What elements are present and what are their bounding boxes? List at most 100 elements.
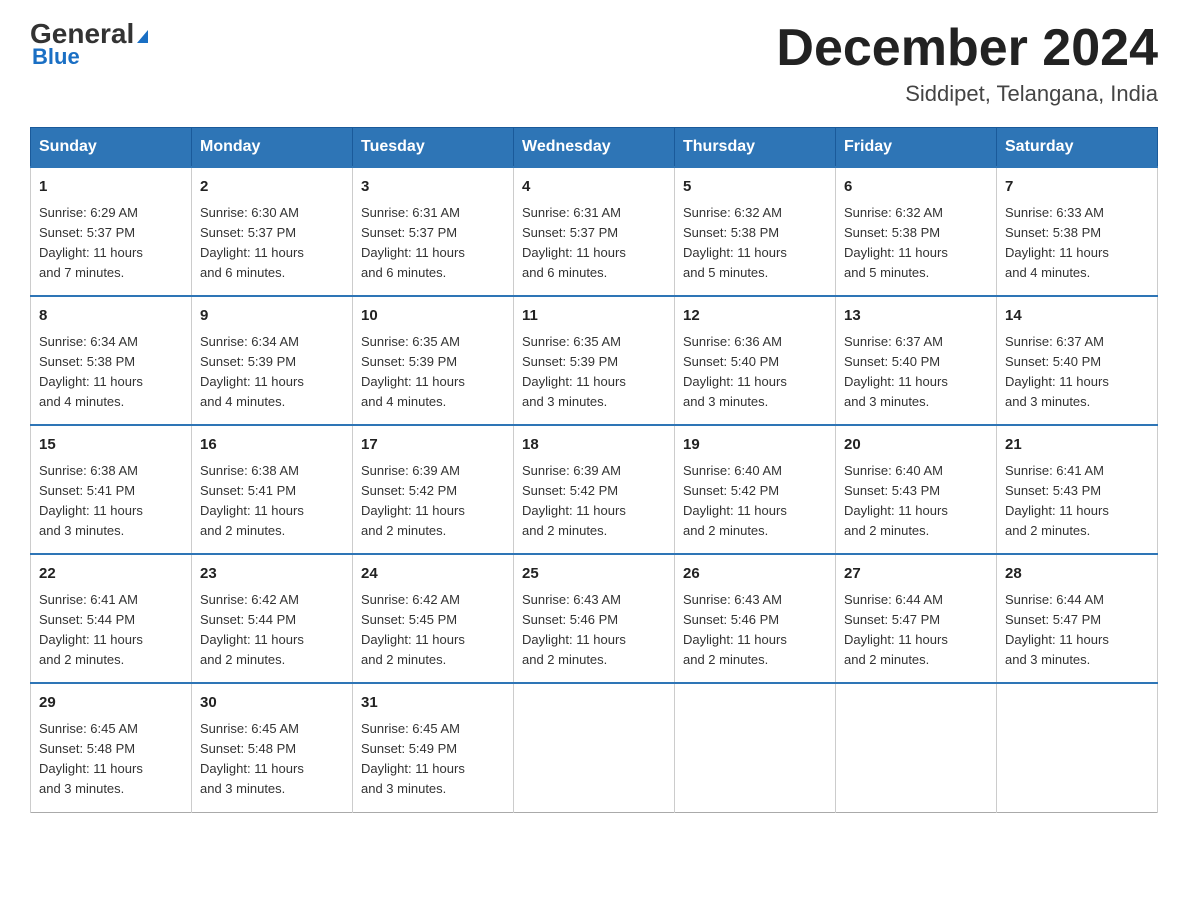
day-info: Sunrise: 6:31 AMSunset: 5:37 PMDaylight:… bbox=[361, 203, 505, 284]
sunrise-text: Sunrise: 6:45 AM bbox=[39, 721, 138, 736]
daylight-text: Daylight: 11 hours bbox=[39, 374, 143, 389]
daylight-text: Daylight: 11 hours bbox=[1005, 503, 1109, 518]
day-info: Sunrise: 6:38 AMSunset: 5:41 PMDaylight:… bbox=[39, 461, 183, 542]
day-number: 8 bbox=[39, 305, 183, 328]
daylight-text: and 3 minutes. bbox=[683, 394, 768, 409]
sunset-text: Sunset: 5:48 PM bbox=[39, 741, 135, 756]
page-header: General Blue December 2024 Siddipet, Tel… bbox=[30, 20, 1158, 107]
sunrise-text: Sunrise: 6:39 AM bbox=[522, 463, 621, 478]
day-number: 26 bbox=[683, 563, 827, 586]
daylight-text: Daylight: 11 hours bbox=[522, 632, 626, 647]
logo-bottom: Blue bbox=[30, 44, 80, 70]
daylight-text: Daylight: 11 hours bbox=[361, 503, 465, 518]
daylight-text: and 2 minutes. bbox=[683, 652, 768, 667]
sunset-text: Sunset: 5:40 PM bbox=[1005, 354, 1101, 369]
sunset-text: Sunset: 5:38 PM bbox=[683, 225, 779, 240]
day-number: 4 bbox=[522, 176, 666, 199]
daylight-text: and 4 minutes. bbox=[200, 394, 285, 409]
day-number: 19 bbox=[683, 434, 827, 457]
sunset-text: Sunset: 5:40 PM bbox=[844, 354, 940, 369]
logo: General Blue bbox=[30, 20, 148, 70]
day-info: Sunrise: 6:43 AMSunset: 5:46 PMDaylight:… bbox=[683, 590, 827, 671]
daylight-text: Daylight: 11 hours bbox=[844, 632, 948, 647]
day-number: 28 bbox=[1005, 563, 1149, 586]
day-number: 17 bbox=[361, 434, 505, 457]
calendar-day-cell: 21Sunrise: 6:41 AMSunset: 5:43 PMDayligh… bbox=[997, 425, 1158, 554]
sunrise-text: Sunrise: 6:32 AM bbox=[683, 205, 782, 220]
sunrise-text: Sunrise: 6:32 AM bbox=[844, 205, 943, 220]
day-info: Sunrise: 6:40 AMSunset: 5:43 PMDaylight:… bbox=[844, 461, 988, 542]
day-info: Sunrise: 6:39 AMSunset: 5:42 PMDaylight:… bbox=[522, 461, 666, 542]
daylight-text: Daylight: 11 hours bbox=[200, 503, 304, 518]
daylight-text: Daylight: 11 hours bbox=[1005, 245, 1109, 260]
daylight-text: and 2 minutes. bbox=[1005, 523, 1090, 538]
calendar-day-cell: 26 Sunrise: 6:43 AMSunset: 5:46 PMDayligh… bbox=[675, 554, 836, 683]
sunrise-text: Sunrise: 6:36 AM bbox=[683, 334, 782, 349]
location-subtitle: Siddipet, Telangana, India bbox=[776, 81, 1158, 107]
daylight-text: and 2 minutes. bbox=[844, 652, 929, 667]
calendar-day-cell bbox=[514, 683, 675, 812]
sunset-text: Sunset: 5:49 PM bbox=[361, 741, 457, 756]
sunset-text: Sunset: 5:41 PM bbox=[200, 483, 296, 498]
sunrise-text: Sunrise: 6:33 AM bbox=[1005, 205, 1104, 220]
day-info: Sunrise: 6:41 AMSunset: 5:44 PMDaylight:… bbox=[39, 590, 183, 671]
sunrise-text: Sunrise: 6:31 AM bbox=[522, 205, 621, 220]
sunset-text: Sunset: 5:46 PM bbox=[522, 612, 618, 627]
calendar-day-cell: 5Sunrise: 6:32 AMSunset: 5:38 PMDaylight… bbox=[675, 167, 836, 296]
daylight-text: Daylight: 11 hours bbox=[522, 374, 626, 389]
daylight-text: and 2 minutes. bbox=[200, 523, 285, 538]
daylight-text: Daylight: 11 hours bbox=[844, 245, 948, 260]
day-info: Sunrise: 6:36 AM Sunset: 5:40 PM Daylight:… bbox=[683, 332, 827, 413]
daylight-text: and 3 minutes. bbox=[522, 394, 607, 409]
daylight-text: Daylight: 11 hours bbox=[200, 632, 304, 647]
sunset-text: Sunset: 5:47 PM bbox=[1005, 612, 1101, 627]
daylight-text: and 2 minutes. bbox=[200, 652, 285, 667]
calendar-table: SundayMondayTuesdayWednesdayThursdayFrid… bbox=[30, 127, 1158, 812]
sunrise-text: Sunrise: 6:44 AM bbox=[1005, 592, 1104, 607]
day-number: 31 bbox=[361, 692, 505, 715]
day-number: 18 bbox=[522, 434, 666, 457]
sunset-text: Sunset: 5:37 PM bbox=[522, 225, 618, 240]
daylight-text: Daylight: 11 hours bbox=[1005, 374, 1109, 389]
day-number: 7 bbox=[1005, 176, 1149, 199]
daylight-text: Daylight: 11 hours bbox=[683, 374, 787, 389]
daylight-text: Daylight: 11 hours bbox=[683, 632, 787, 647]
day-number: 22 bbox=[39, 563, 183, 586]
sunset-text: Sunset: 5:46 PM bbox=[683, 612, 779, 627]
day-info: Sunrise: 6:44 AMSunset: 5:47 PMDaylight:… bbox=[1005, 590, 1149, 671]
sunrise-text: Sunrise: 6:31 AM bbox=[361, 205, 460, 220]
daylight-text: Daylight: 11 hours bbox=[39, 632, 143, 647]
day-info: Sunrise: 6:29 AMSunset: 5:37 PMDaylight:… bbox=[39, 203, 183, 284]
daylight-text: Daylight: 11 hours bbox=[361, 374, 465, 389]
calendar-day-cell: 31Sunrise: 6:45 AMSunset: 5:49 PMDayligh… bbox=[353, 683, 514, 812]
sunrise-text: Sunrise: 6:38 AM bbox=[200, 463, 299, 478]
daylight-text: and 3 minutes. bbox=[200, 781, 285, 796]
calendar-day-cell: 13Sunrise: 6:37 AMSunset: 5:40 PMDayligh… bbox=[836, 296, 997, 425]
sunrise-text: Sunrise: 6:34 AM bbox=[200, 334, 299, 349]
calendar-day-cell: 20Sunrise: 6:40 AMSunset: 5:43 PMDayligh… bbox=[836, 425, 997, 554]
calendar-day-cell: 6Sunrise: 6:32 AMSunset: 5:38 PMDaylight… bbox=[836, 167, 997, 296]
day-number: 13 bbox=[844, 305, 988, 328]
day-info: Sunrise: 6:34 AMSunset: 5:39 PMDaylight:… bbox=[200, 332, 344, 413]
day-number: 11 bbox=[522, 305, 666, 328]
sunrise-text: Sunrise: 6:40 AM bbox=[844, 463, 943, 478]
daylight-text: Daylight: 11 hours bbox=[683, 503, 787, 518]
sunrise-text: Sunrise: 6:29 AM bbox=[39, 205, 138, 220]
day-info: Sunrise: 6:39 AMSunset: 5:42 PMDaylight:… bbox=[361, 461, 505, 542]
weekday-header-monday: Monday bbox=[192, 128, 353, 168]
sunset-text: Sunset: 5:37 PM bbox=[39, 225, 135, 240]
calendar-header-row: SundayMondayTuesdayWednesdayThursdayFrid… bbox=[31, 128, 1158, 168]
calendar-day-cell: 18 Sunrise: 6:39 AMSunset: 5:42 PMDayligh… bbox=[514, 425, 675, 554]
day-info: Sunrise: 6:37 AMSunset: 5:40 PMDaylight:… bbox=[1005, 332, 1149, 413]
calendar-week-row: 15Sunrise: 6:38 AMSunset: 5:41 PMDayligh… bbox=[31, 425, 1158, 554]
sunset-text: Sunset: 5:40 PM bbox=[683, 354, 779, 369]
daylight-text: and 6 minutes. bbox=[522, 265, 607, 280]
calendar-day-cell: 17 Sunrise: 6:39 AMSunset: 5:42 PMDayligh… bbox=[353, 425, 514, 554]
day-info: Sunrise: 6:40 AMSunset: 5:42 PMDaylight:… bbox=[683, 461, 827, 542]
day-number: 2 bbox=[200, 176, 344, 199]
calendar-week-row: 22 Sunrise: 6:41 AMSunset: 5:44 PMDayligh… bbox=[31, 554, 1158, 683]
sunrise-text: Sunrise: 6:44 AM bbox=[844, 592, 943, 607]
sunrise-text: Sunrise: 6:35 AM bbox=[522, 334, 621, 349]
day-info: Sunrise: 6:32 AMSunset: 5:38 PMDaylight:… bbox=[683, 203, 827, 284]
calendar-day-cell: 2Sunrise: 6:30 AMSunset: 5:37 PMDaylight… bbox=[192, 167, 353, 296]
